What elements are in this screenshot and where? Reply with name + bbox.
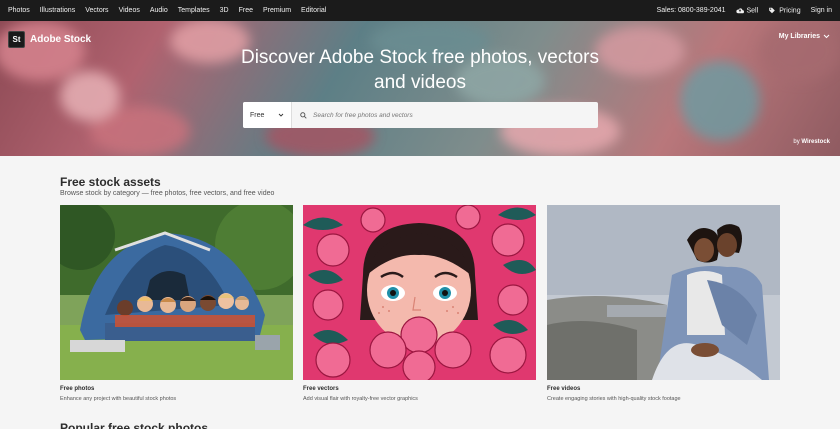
card-description: Enhance any project with beautiful stock… xyxy=(60,396,177,402)
credit-author[interactable]: Wirestock xyxy=(801,139,830,145)
nav-videos[interactable]: Videos xyxy=(119,7,140,14)
nav-editorial[interactable]: Editorial xyxy=(301,7,326,14)
card-title[interactable]: Free videos xyxy=(547,386,780,392)
card-description: Create engaging stories with high-qualit… xyxy=(547,396,681,402)
card-title[interactable]: Free photos xyxy=(60,386,293,392)
free-videos-image xyxy=(547,205,780,380)
card-free-photos[interactable]: Free photos Enhance any project with bea… xyxy=(60,205,293,402)
credit-by: by xyxy=(793,139,800,145)
pricing-label: Pricing xyxy=(779,7,801,15)
search-icon xyxy=(300,111,307,119)
card-title[interactable]: Free vectors xyxy=(303,386,536,392)
card-free-vectors[interactable]: Free vectors Add visual flair with royal… xyxy=(303,205,536,402)
card-description: Add visual flair with royalty-free vecto… xyxy=(303,396,418,402)
top-nav: Photos Illustrations Vectors Videos Audi… xyxy=(0,0,840,21)
sell-link[interactable]: Sell xyxy=(735,7,759,15)
cloud-upload-icon xyxy=(735,8,744,14)
nav-premium[interactable]: Premium xyxy=(263,7,291,14)
sales-phone[interactable]: Sales: 0800-389-2041 xyxy=(657,7,726,14)
sign-in-link[interactable]: Sign in xyxy=(811,7,832,14)
nav-photos[interactable]: Photos xyxy=(8,7,30,14)
my-libraries-menu[interactable]: My Libraries xyxy=(779,33,830,40)
category-links: Photos Illustrations Vectors Videos Audi… xyxy=(8,7,326,14)
nav-3d[interactable]: 3D xyxy=(220,7,229,14)
search-filter-value: Free xyxy=(250,111,265,119)
nav-free[interactable]: Free xyxy=(239,7,253,14)
my-libraries-label: My Libraries xyxy=(778,33,820,40)
nav-audio[interactable]: Audio xyxy=(150,7,168,14)
next-section-title: Popular free stock photos xyxy=(60,421,209,429)
card-free-videos[interactable]: Free videos Create engaging stories with… xyxy=(547,205,780,402)
image-credit: by Wirestock xyxy=(793,139,830,145)
search-field xyxy=(292,102,598,128)
free-vectors-image xyxy=(303,205,536,380)
nav-illustrations[interactable]: Illustrations xyxy=(40,7,75,14)
tag-icon xyxy=(769,7,775,14)
chevron-down-icon xyxy=(823,34,830,39)
hero-banner: St Adobe Stock My Libraries Discover Ado… xyxy=(0,21,840,156)
section-title: Free stock assets xyxy=(60,175,161,189)
account-links: Sales: 0800-389-2041 Sell Pricing Sign i… xyxy=(657,7,832,14)
search-input[interactable] xyxy=(313,111,573,119)
search-filter-select[interactable]: Free xyxy=(243,102,292,128)
logo-badge: St xyxy=(8,31,25,48)
pricing-link[interactable]: Pricing xyxy=(768,7,801,15)
hero-title: Discover Adobe Stock free photos, vector… xyxy=(240,47,599,93)
search-bar: Free xyxy=(243,102,598,128)
free-photos-image xyxy=(60,205,293,380)
nav-templates[interactable]: Templates xyxy=(178,7,210,14)
sell-label: Sell xyxy=(746,7,759,15)
nav-vectors[interactable]: Vectors xyxy=(85,7,108,14)
logo-text: Adobe Stock xyxy=(30,34,92,45)
adobe-stock-logo[interactable]: St Adobe Stock xyxy=(8,31,91,48)
chevron-down-icon xyxy=(278,113,284,117)
section-subtitle: Browse stock by category — free photos, … xyxy=(60,190,275,197)
